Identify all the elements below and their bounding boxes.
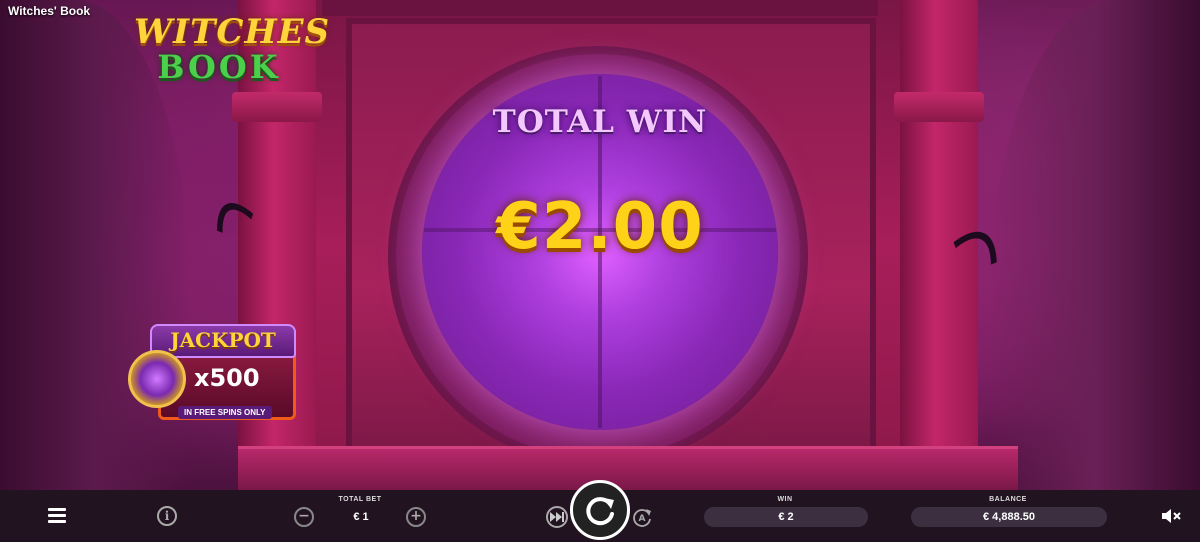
balance-label: BALANCE	[989, 496, 1027, 503]
pillar-capital	[232, 92, 322, 122]
svg-text:A: A	[639, 514, 646, 524]
total-bet-value: € 1	[353, 511, 369, 523]
right-tree	[990, 0, 1200, 490]
logo-line-1: WITCHES	[134, 12, 331, 52]
game-logo: WITCHES BOOK	[134, 12, 331, 96]
amulet-icon	[128, 350, 186, 408]
win-label: WIN	[777, 496, 793, 503]
fast-forward-icon	[550, 512, 564, 522]
temple-lintel	[322, 0, 878, 16]
total-win-title: TOTAL WIN	[492, 104, 708, 140]
jackpot-note: IN FREE SPINS ONLY	[178, 406, 272, 419]
total-win-amount: €2.00	[496, 190, 704, 264]
win-value: € 2	[704, 507, 868, 527]
pillar-capital	[894, 92, 984, 122]
balance-value: € 4,888.50	[911, 507, 1107, 527]
increase-bet-button[interactable]: +	[406, 507, 426, 527]
info-icon[interactable]: i	[157, 506, 177, 526]
hamburger-menu-icon[interactable]	[48, 508, 66, 523]
jackpot-multiplier: x500	[194, 364, 260, 392]
total-bet-label: TOTAL BET	[338, 496, 382, 503]
spin-icon	[586, 497, 614, 526]
jackpot-badge: JACKPOT x500 IN FREE SPINS ONLY	[128, 320, 300, 430]
autoplay-icon: A	[633, 509, 651, 527]
speaker-muted-icon	[1162, 509, 1181, 523]
decrease-bet-button[interactable]: −	[294, 507, 314, 527]
window-title: Witches' Book	[8, 4, 91, 18]
turbo-button[interactable]	[546, 506, 568, 528]
jackpot-title: JACKPOT	[170, 328, 276, 352]
autoplay-button[interactable]: A	[631, 506, 653, 528]
logo-line-2: BOOK	[157, 48, 281, 86]
sound-button[interactable]	[1160, 506, 1182, 526]
spin-button[interactable]	[570, 480, 630, 540]
